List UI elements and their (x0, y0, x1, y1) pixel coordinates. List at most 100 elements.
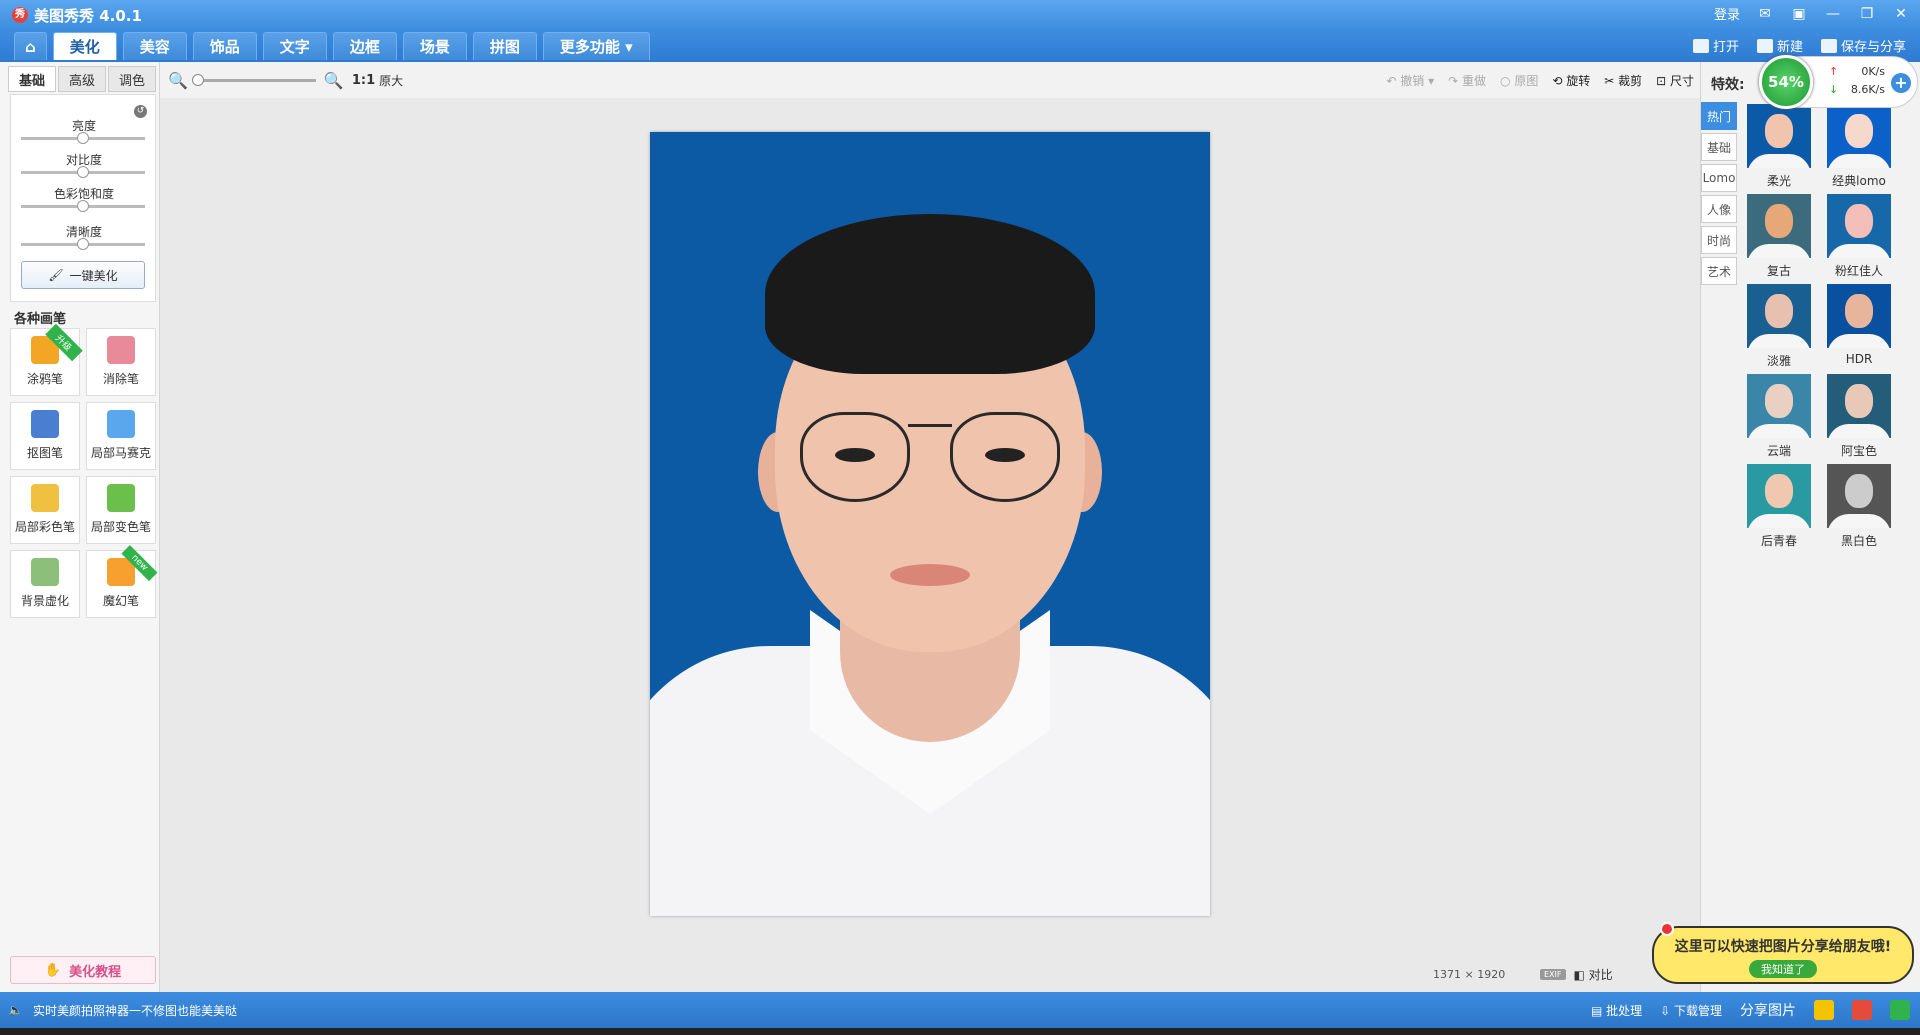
edit-tools: ↶ 撤销 ▾ ↷ 重做 ○ 原图 ⟲ 旋转 ✂ 裁剪 ⊡ 尺寸 (1386, 72, 1694, 89)
tab-advanced[interactable]: 高级 (58, 66, 106, 92)
effect-thumb[interactable]: 复古 (1745, 194, 1813, 280)
effect-label: 黑白色 (1840, 534, 1877, 548)
title-controls: 登录 ✉ ▣ — ❐ ✕ (1714, 4, 1910, 24)
save-share-button[interactable]: 保存与分享 (1820, 36, 1906, 55)
effect-thumb[interactable]: 云端 (1745, 374, 1813, 460)
got-it-button[interactable]: 我知道了 (1749, 960, 1817, 978)
status-actions: ▤ 批处理 ⇩ 下载管理 分享图片 (1591, 1000, 1910, 1020)
original-image-button[interactable]: ○ 原图 (1500, 72, 1538, 89)
batch-button[interactable]: ▤ 批处理 (1591, 1002, 1642, 1019)
compare-button[interactable]: ◧ 对比 (1574, 966, 1613, 983)
tab-border[interactable]: 边框 (332, 32, 397, 60)
memory-percent[interactable]: 54% (1759, 55, 1813, 109)
status-bar: 🔈 实时美颜拍照神器一不修图也能美美哒 ▤ 批处理 ⇩ 下载管理 分享图片 (0, 992, 1920, 1028)
effect-thumb[interactable]: 淡雅 (1745, 284, 1813, 370)
brush-background-blur[interactable]: 背景虚化 (10, 550, 80, 618)
resize-button[interactable]: ⊡ 尺寸 (1656, 72, 1694, 89)
login-link[interactable]: 登录 (1714, 4, 1740, 23)
brush-section-title: 各种画笔 (14, 312, 67, 327)
share-image-label[interactable]: 分享图片 (1740, 1000, 1796, 1020)
speedup-plus-icon[interactable]: + (1891, 73, 1911, 93)
effect-thumb[interactable]: HDR (1825, 284, 1893, 370)
saturation-slider[interactable] (21, 200, 145, 212)
effect-thumb[interactable]: 柔光 (1745, 104, 1813, 190)
crop-button[interactable]: ✂ 裁剪 (1604, 72, 1642, 89)
weibo-icon[interactable] (1852, 1000, 1872, 1020)
effect-thumb[interactable]: 粉红佳人 (1825, 194, 1893, 280)
folder-icon (1692, 39, 1709, 53)
close-icon[interactable]: ✕ (1892, 5, 1910, 23)
effect-preview-face (1765, 294, 1793, 328)
effect-preview-shirt (1827, 424, 1891, 438)
saturation-knob[interactable] (77, 200, 89, 212)
tab-collage[interactable]: 拼图 (472, 32, 537, 60)
cutout-pen-icon (31, 410, 59, 438)
effect-preview-face (1765, 474, 1793, 508)
redo-button[interactable]: ↷ 重做 (1448, 72, 1486, 89)
brush-cutout[interactable]: 抠图笔 (10, 402, 80, 470)
tab-accessories[interactable]: 饰品 (192, 32, 257, 60)
contrast-knob[interactable] (77, 166, 89, 178)
status-ad-text[interactable]: 实时美颜拍照神器一不修图也能美美哒 (33, 1002, 237, 1019)
brush-local-color[interactable]: 局部彩色笔 (10, 476, 80, 544)
category-portrait[interactable]: 人像 (1701, 195, 1737, 223)
brush-eraser[interactable]: 消除笔 (86, 328, 156, 396)
effect-thumb[interactable]: 后青春 (1745, 464, 1813, 550)
rotate-button[interactable]: ⟲ 旋转 (1552, 72, 1590, 89)
contrast-slider[interactable] (21, 166, 145, 178)
category-lomo[interactable]: Lomo (1701, 164, 1737, 192)
tab-scene[interactable]: 场景 (402, 32, 467, 60)
brush-magic[interactable]: 魔幻笔 new (86, 545, 158, 618)
tab-basic[interactable]: 基础 (8, 66, 56, 92)
category-basic[interactable]: 基础 (1701, 133, 1737, 161)
add-share-icon[interactable] (1890, 1000, 1910, 1020)
undo-button[interactable]: ↶ 撤销 ▾ (1386, 72, 1434, 89)
category-fashion[interactable]: 时尚 (1701, 226, 1737, 254)
effect-thumb[interactable]: 经典lomo (1825, 104, 1893, 190)
menu-tabs: ⌂ 美化 美容 饰品 文字 边框 场景 拼图 更多功能 ▾ (14, 32, 650, 60)
tab-text[interactable]: 文字 (262, 32, 327, 60)
brightness-slider[interactable] (21, 132, 145, 144)
qzone-star-icon[interactable] (1814, 1000, 1834, 1020)
tutorial-button[interactable]: ✋ 美化教程 (10, 956, 156, 984)
upload-arrow-icon: ↑ (1829, 65, 1839, 78)
brush-doodle[interactable]: 涂鸦笔 升级 (10, 323, 83, 396)
brush-grid: 涂鸦笔 升级 消除笔 抠图笔 局部马赛克 局部彩色笔 局部变色笔 背景虚化 魔幻… (10, 323, 158, 618)
restore-icon[interactable]: ❐ (1858, 5, 1876, 23)
one-click-beautify-button[interactable]: 🖌 一键美化 (21, 261, 145, 289)
message-icon[interactable]: ✉ (1756, 5, 1774, 23)
tab-beautify[interactable]: 美化 (52, 32, 117, 60)
wand-icon: 🖌 (48, 268, 64, 282)
eraser-icon (107, 336, 135, 364)
brush-mosaic[interactable]: 局部马赛克 (86, 402, 156, 470)
tab-color[interactable]: 调色 (108, 66, 156, 92)
effect-preview-face (1845, 204, 1873, 238)
title-bar: 秀 美图秀秀 4.0.1 登录 ✉ ▣ — ❐ ✕ (0, 0, 1920, 30)
effect-thumb[interactable]: 阿宝色 (1825, 374, 1893, 460)
zoom-slider-knob[interactable] (191, 73, 204, 86)
zoom-slider[interactable] (191, 73, 316, 86)
effect-preview-face (1765, 204, 1793, 238)
effect-thumb[interactable]: 黑白色 (1825, 464, 1893, 550)
sharpness-slider[interactable] (21, 238, 145, 250)
skin-icon[interactable]: ▣ (1790, 5, 1808, 23)
effect-preview-face (1845, 114, 1873, 148)
original-size-label[interactable]: 原大 (379, 72, 403, 89)
tab-makeup[interactable]: 美容 (122, 32, 187, 60)
new-button[interactable]: 新建 (1756, 36, 1803, 55)
effect-label: HDR (1845, 352, 1873, 366)
home-icon[interactable]: ⌂ (14, 32, 47, 60)
exif-badge[interactable]: EXIF (1540, 969, 1566, 980)
download-manager-button[interactable]: ⇩ 下载管理 (1660, 1002, 1722, 1019)
zoom-in-icon[interactable]: 🔍 (324, 71, 344, 90)
category-art[interactable]: 艺术 (1701, 257, 1737, 285)
actual-size-ratio[interactable]: 1:1 (352, 73, 375, 88)
minimize-icon[interactable]: — (1824, 5, 1842, 23)
tab-more[interactable]: 更多功能 ▾ (542, 32, 650, 60)
sharpness-knob[interactable] (77, 238, 89, 250)
open-button[interactable]: 打开 (1692, 36, 1739, 55)
zoom-out-icon[interactable]: 🔍 (168, 71, 188, 90)
category-hot[interactable]: 热门 (1701, 102, 1737, 130)
brush-color-change[interactable]: 局部变色笔 (86, 476, 156, 544)
brightness-knob[interactable] (77, 132, 89, 144)
